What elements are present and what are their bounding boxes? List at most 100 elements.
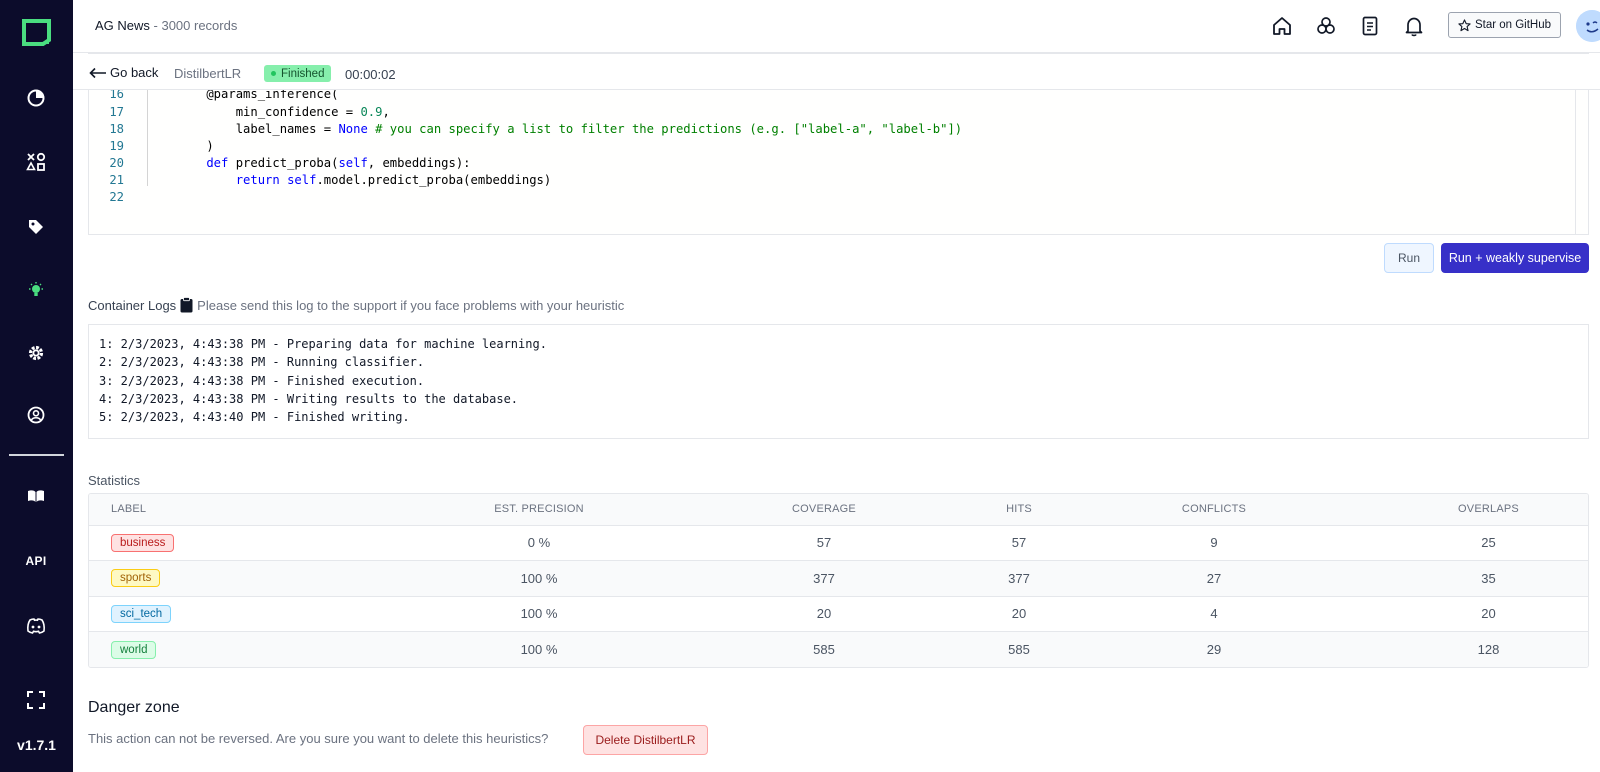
home-icon[interactable] [1271,15,1293,37]
line-number: 20 [109,156,124,170]
label-badge[interactable]: world [111,640,157,659]
label-badge[interactable]: sci_tech [111,604,172,623]
label-cell: business [89,525,429,561]
line-number: 17 [109,105,124,119]
star-on-github-button[interactable]: Star on GitHub [1448,12,1561,38]
col-hits: HITS [999,494,1039,526]
sidebar: API v1.7.1 [0,0,73,772]
conflicts-cell: 9 [1039,525,1389,561]
logo-square-icon[interactable] [21,18,52,47]
line-number: 21 [109,173,124,187]
label-cell: world [89,631,429,667]
heuristic-name: DistilbertLR [174,66,242,81]
label-cell: sports [89,560,429,597]
delete-heuristic-button[interactable]: Delete DistilbertLR [583,725,708,755]
table-row: business 0 % 57 57 9 25 [89,525,1588,561]
project-title: AG News - 3000 records [95,18,237,33]
avatar[interactable] [1576,10,1600,42]
col-coverage: COVERAGE [649,494,999,526]
coverage-cell: 20 [649,596,999,632]
col-precision: EST. PRECISION [429,494,649,526]
sidebar-divider [9,454,64,456]
code-token: , embeddings): [367,156,471,170]
code-source: min_confidence = 0.9, [177,105,390,119]
shapes-icon[interactable] [26,152,46,172]
top-header: AG News - 3000 records Star on GitHub [73,0,1600,53]
line-number: 22 [109,190,124,204]
status-dot-icon [271,71,276,76]
coverage-cell: 57 [649,525,999,561]
circles-icon[interactable] [1315,15,1337,37]
code-token: label_names = [177,122,339,136]
code-source: def predict_proba(self, embeddings): [177,156,471,170]
conflicts-cell: 29 [1039,631,1389,667]
hits-cell: 585 [999,631,1039,667]
go-back-button[interactable]: Go back [89,65,158,80]
pie-chart-icon[interactable] [26,88,46,108]
run-duration: 00:00:02 [345,67,396,82]
log-line: 1: 2/3/2023, 4:43:38 PM - Preparing data… [99,337,547,351]
api-icon[interactable]: API [24,551,48,571]
code-source: return self.model.predict_proba(embeddin… [177,173,552,187]
clipboard-icon[interactable] [180,297,193,313]
log-line: 3: 2/3/2023, 4:43:38 PM - Finished execu… [99,373,425,388]
api-label: API [25,554,47,568]
discord-icon[interactable] [26,616,46,636]
code-token: ) [177,139,214,153]
code-source: label_names = None # you can specify a l… [177,122,962,136]
run-label: Run [1397,251,1420,265]
overlaps-cell: 25 [1389,525,1588,561]
container-logs-box: 1: 2/3/2023, 4:43:38 PM - Preparing data… [88,324,1589,439]
project-name: AG News [95,18,150,33]
tag-icon[interactable] [26,217,46,237]
book-icon[interactable] [26,486,46,506]
code-token: 0.9 [360,105,383,119]
table-row: world 100 % 585 585 29 128 [89,631,1588,667]
col-overlaps: OVERLAPS [1389,494,1588,526]
precision-cell: 100 % [429,560,649,597]
coverage-cell: 377 [649,560,999,597]
label-cell: sci_tech [89,596,429,632]
log-line: 5: 2/3/2023, 4:43:40 PM - Finished writi… [99,410,410,425]
hits-cell: 57 [999,525,1039,561]
overlaps-cell: 128 [1389,631,1588,667]
code-token: def [177,156,229,170]
document-icon[interactable] [1359,15,1381,37]
run-ws-label: Run + weakly supervise [1448,251,1582,265]
col-conflicts: CONFLICTS [1039,494,1389,526]
run-button[interactable]: Run [1384,243,1434,273]
line-number: 19 [109,139,124,153]
app-version: v1.7.1 [17,737,56,753]
col-label: LABEL [89,494,429,526]
github-label: Star on GitHub [1474,19,1552,31]
code-token: return [177,173,280,187]
conflicts-cell: 27 [1039,560,1389,597]
run-weakly-supervise-button[interactable]: Run + weakly supervise [1441,243,1589,273]
gear-icon[interactable] [26,343,46,363]
code-token: self [338,156,368,170]
overlaps-cell: 35 [1389,560,1588,597]
bell-icon[interactable] [1403,15,1425,37]
title-separator: - [149,18,162,33]
container-logs-title: Container Logs [88,297,177,313]
table-row: sci_tech 100 % 20 20 4 20 [89,596,1588,632]
statistics-header-row: LABEL EST. PRECISION COVERAGE HITS CONFL… [89,494,1588,526]
status-badge: Finished [264,65,332,82]
label-badge[interactable]: sports [111,569,161,588]
overlaps-cell: 20 [1389,596,1588,632]
go-back-label: Go back [110,65,159,80]
lightbulb-icon[interactable] [26,280,46,300]
arrow-left-icon [89,67,106,78]
line-number: 18 [109,122,124,136]
log-line: 4: 2/3/2023, 4:43:38 PM - Writing result… [99,391,519,406]
user-circle-icon[interactable] [26,405,46,425]
label-badge[interactable]: business [111,533,175,552]
log-line: 2: 2/3/2023, 4:43:38 PM - Running classi… [99,355,425,370]
indent-guide [147,90,148,186]
code-token: # you can specify a list to filter the p… [367,122,963,136]
precision-cell: 100 % [429,596,649,632]
precision-cell: 100 % [429,631,649,667]
hits-cell: 377 [999,560,1039,597]
code-token: None [338,122,368,136]
fullscreen-icon[interactable] [26,690,46,710]
